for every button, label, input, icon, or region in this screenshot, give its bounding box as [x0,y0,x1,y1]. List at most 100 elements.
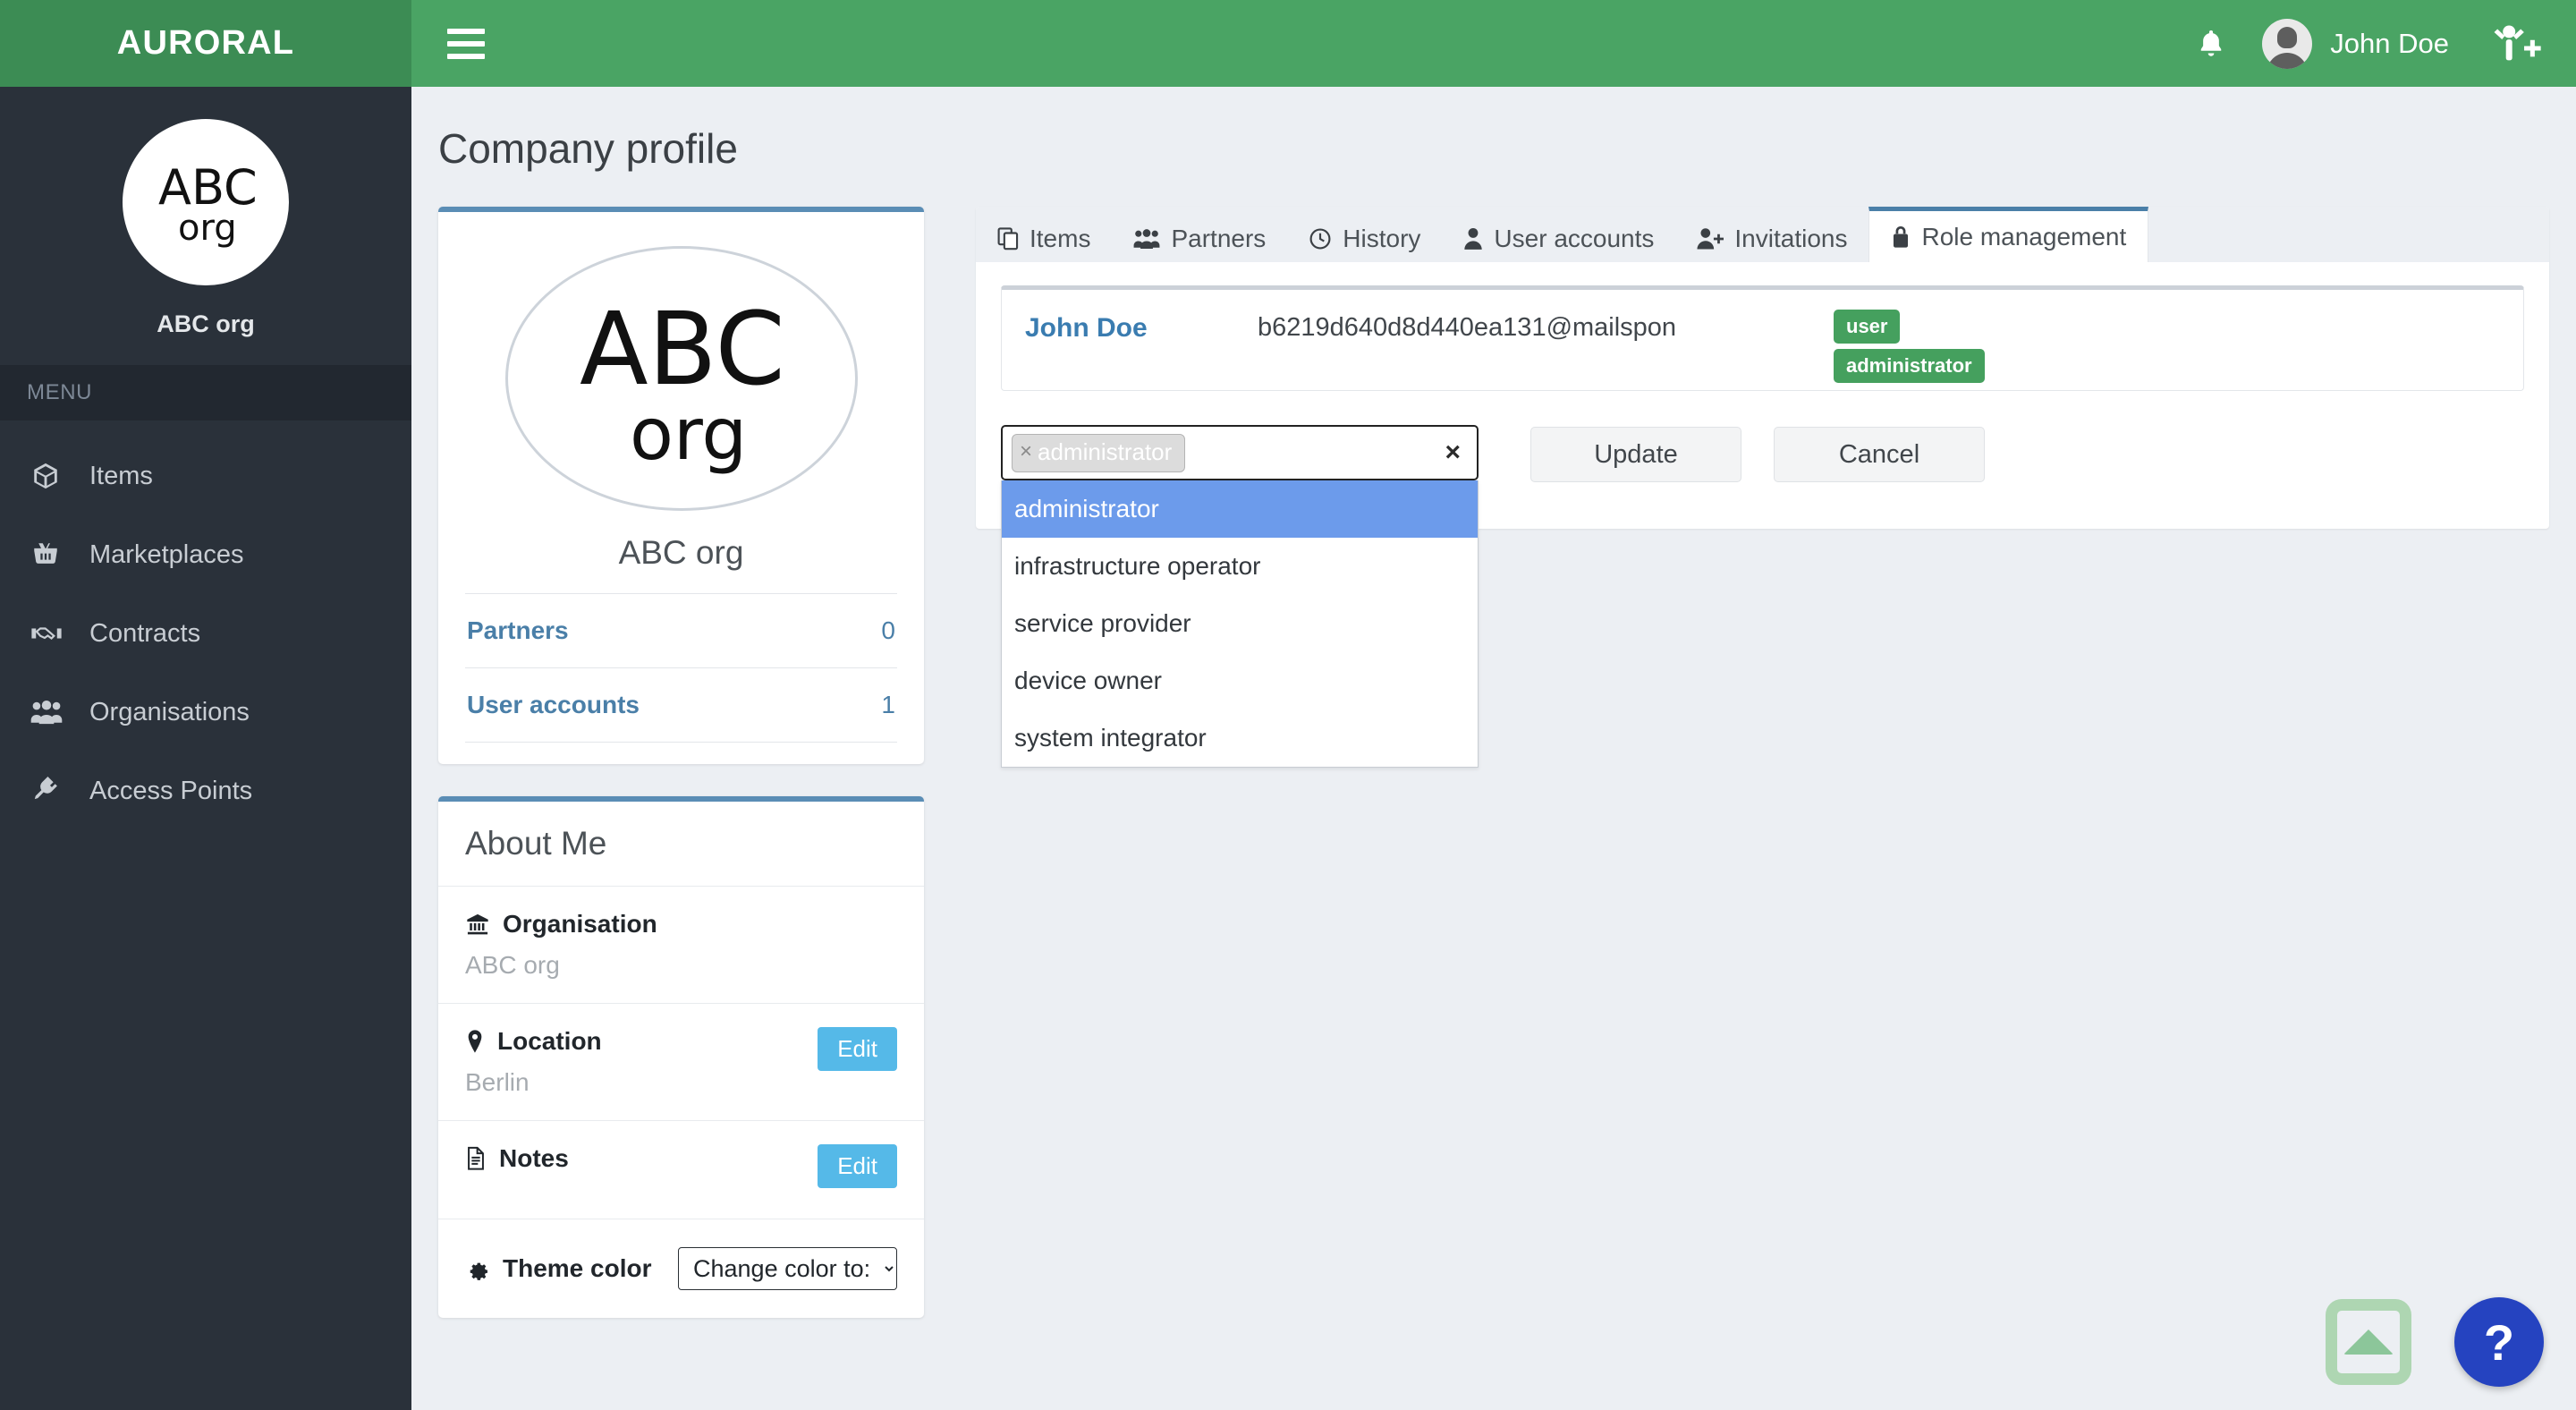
profile-logo-wrap: ABC org [465,239,897,511]
role-chip-administrator[interactable]: × administrator [1012,433,1186,472]
sidebar-item-label: Marketplaces [89,539,244,569]
sidebar-item-label: Access Points [89,776,253,805]
tab-label: Partners [1171,224,1267,252]
svg-text:org: org [178,208,237,249]
topbar-actions: John Doe [2173,18,2576,69]
role-option-system-integrator[interactable]: system integrator [1002,709,1478,767]
box-icon [30,462,73,490]
chip-label: administrator [1038,437,1173,465]
avatar-body [2267,52,2309,69]
location-pin-icon [465,1029,485,1054]
stat-label[interactable]: User accounts [467,691,640,719]
sidebar-item-contracts[interactable]: Contracts [0,594,411,673]
role-options-dropdown: administrator infrastructure operator se… [1001,480,1479,768]
users-icon [1133,228,1160,250]
theme-color-select[interactable]: Change color to: [678,1247,897,1290]
help-button[interactable]: ? [2454,1297,2544,1387]
bank-icon [465,912,490,937]
plug-icon [30,776,73,805]
tab-role-management[interactable]: Role management [1868,207,2149,262]
about-me-card: About Me Organisation ABC org Location B… [438,796,924,1318]
basket-icon [30,540,73,569]
brand-name: AURORAL [116,24,295,62]
role-option-service-provider[interactable]: service provider [1002,595,1478,652]
tab-label: User accounts [1494,224,1655,252]
cancel-button[interactable]: Cancel [1774,427,1985,482]
role-select[interactable]: × administrator × administrator infrastr… [1001,425,1479,768]
user-icon [1463,227,1483,251]
role-option-administrator[interactable]: administrator [1002,480,1478,538]
sidebar-item-organisations[interactable]: Organisations [0,673,411,752]
user-row-email: b6219d640d8d440ea131@mailspon [1258,313,1677,342]
user-plus-icon [1697,227,1724,251]
chip-remove-icon[interactable]: × [1020,439,1032,464]
brand-logo[interactable]: AURORAL [0,0,411,87]
user-menu[interactable]: John Doe [2262,18,2449,69]
person-add-icon[interactable] [2487,22,2542,65]
sidebar-item-label: Organisations [89,697,250,726]
about-row-notes: Notes Edit [438,1121,924,1219]
about-row-head: Theme color [465,1254,651,1283]
sidebar-item-access-points[interactable]: Access Points [0,752,411,830]
role-select-control[interactable]: × administrator × [1001,425,1479,480]
sidebar-org-logo: ABC org [123,119,289,285]
role-option-infrastructure-operator[interactable]: infrastructure operator [1002,538,1478,595]
tab-invitations[interactable]: Invitations [1675,210,1868,262]
about-row-location: Location Berlin Edit [438,1004,924,1121]
about-row-head: Organisation [465,910,897,939]
stat-row-user-accounts[interactable]: User accounts 1 [465,667,897,743]
bell-icon[interactable] [2173,26,2250,62]
company-tabs-panel: Items Partners History User accounts Inv… [976,207,2549,768]
clone-icon [997,226,1019,251]
svg-text:org: org [630,393,747,476]
stat-label[interactable]: Partners [467,616,569,645]
sidebar-item-label: Items [89,461,153,490]
user-row-name[interactable]: John Doe [1025,313,1258,344]
edit-notes-button[interactable]: Edit [818,1144,897,1188]
about-row-label: Location [497,1027,602,1055]
left-column: ABC org ABC org Partners 0 User accounts… [438,207,924,1318]
tab-bar: Items Partners History User accounts Inv… [976,207,2549,262]
topbar: John Doe [411,0,2576,87]
tab-label: History [1343,224,1421,252]
tab-partners[interactable]: Partners [1112,210,1287,262]
users-icon [30,698,73,726]
update-button[interactable]: Update [1530,427,1741,482]
topbar-user-name: John Doe [2330,27,2449,59]
clock-icon [1309,227,1332,251]
clear-all-icon[interactable]: × [1445,437,1466,468]
gear-icon [465,1256,490,1281]
profile-card: ABC org ABC org Partners 0 User accounts… [438,207,924,764]
scroll-to-top-icon [2343,1329,2394,1355]
right-column: Items Partners History User accounts Inv… [976,207,2576,1318]
avatar-head [2277,26,2298,48]
page-title: Company profile [438,125,738,172]
about-me-title: About Me [438,802,924,887]
profile-org-name: ABC org [618,534,744,571]
sidebar-item-marketplaces[interactable]: Marketplaces [0,515,411,594]
stat-value: 1 [881,691,895,718]
sidebar-item-label: Contracts [89,618,201,648]
about-row-theme-color: Theme color Change color to: [438,1219,924,1318]
scroll-to-top-button[interactable] [2326,1299,2411,1385]
role-option-device-owner[interactable]: device owner [1002,652,1478,709]
stat-row-partners[interactable]: Partners 0 [465,593,897,667]
stat-value: 0 [881,616,895,644]
role-action-buttons: Update Cancel [1530,425,1985,482]
sidebar-item-items[interactable]: Items [0,437,411,515]
handshake-icon [30,619,73,648]
tab-items[interactable]: Items [976,210,1112,262]
profile-logo: ABC org [504,246,858,511]
hamburger-icon[interactable] [447,26,488,62]
role-management-body: John Doe b6219d640d8d440ea131@mailspon u… [976,262,2549,768]
app-root: AURORAL ABC org ABC org MENU Items Marke… [0,0,2576,1410]
edit-location-button[interactable]: Edit [818,1027,897,1071]
about-row-label: Theme color [503,1254,652,1282]
abc-org-handwritten-logo-icon: ABC org [580,292,785,476]
tab-label: Invitations [1734,224,1848,252]
sidebar-menu: Items Marketplaces Contracts Organisatio… [0,420,411,830]
hamburger-bar [447,40,485,47]
tab-history[interactable]: History [1287,210,1442,262]
abc-org-handwritten-logo-icon: ABC org [158,159,258,249]
tab-user-accounts[interactable]: User accounts [1442,210,1675,262]
